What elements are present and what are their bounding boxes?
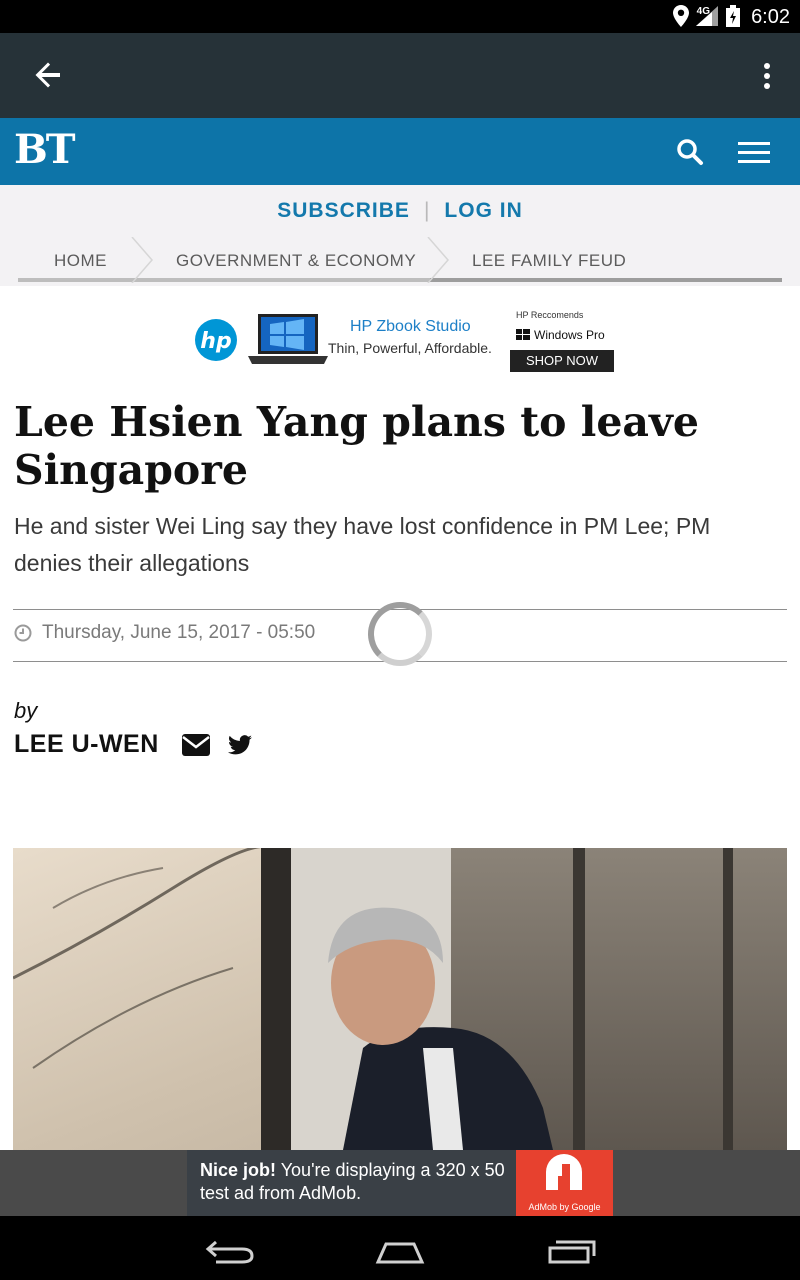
site-logo[interactable]: BT xyxy=(14,126,76,173)
ad-shop-now-button[interactable]: SHOP NOW xyxy=(510,350,614,372)
login-link[interactable]: LOG IN xyxy=(444,199,522,222)
breadcrumb-chevron-icon xyxy=(427,237,449,283)
author-name[interactable]: LEE U-WEN xyxy=(14,730,159,759)
status-icons: 4G xyxy=(672,5,740,27)
admob-logo-label: AdMob by Google xyxy=(528,1202,601,1212)
system-nav-bar xyxy=(0,1216,800,1280)
admob-test-ad[interactable]: Nice job! You're displaying a 320 x 50 t… xyxy=(187,1150,613,1216)
admob-bold-text: Nice job! xyxy=(200,1160,277,1180)
signal-icon xyxy=(696,6,718,26)
overflow-menu-icon[interactable] xyxy=(760,61,774,91)
ad-recommends: HP Reccomends xyxy=(516,310,584,320)
location-icon xyxy=(672,5,689,27)
ad-os: Windows Pro xyxy=(534,328,605,342)
admob-logo-icon xyxy=(546,1154,582,1190)
breadcrumb: HOME GOVERNMENT & ECONOMY LEE FAMILY FEU… xyxy=(0,237,800,286)
clock-icon xyxy=(14,624,32,642)
byline-label: by xyxy=(14,698,38,723)
loading-spinner-icon xyxy=(368,602,432,666)
article-photo-image xyxy=(13,848,787,1150)
battery-icon xyxy=(726,5,740,27)
email-icon[interactable] xyxy=(182,734,210,756)
article-headline: Lee Hsien Yang plans to leave Singapore xyxy=(14,398,699,494)
breadcrumb-government-economy[interactable]: GOVERNMENT & ECONOMY xyxy=(176,237,416,283)
breadcrumb-home[interactable]: HOME xyxy=(54,237,107,283)
back-arrow-icon[interactable] xyxy=(30,57,66,93)
status-time: 6:02 xyxy=(751,6,790,28)
account-bar: SUBSCRIBE | LOG IN xyxy=(0,185,800,237)
hp-logo-icon: hp xyxy=(195,319,237,361)
hp-logo-text: hp xyxy=(200,329,231,354)
author-contact-icons xyxy=(182,734,252,756)
twitter-icon[interactable] xyxy=(228,734,252,756)
subscribe-link[interactable]: SUBSCRIBE xyxy=(277,199,410,222)
breadcrumb-lee-family-feud[interactable]: LEE FAMILY FEUD xyxy=(472,237,626,283)
recents-nav-icon[interactable] xyxy=(544,1232,600,1266)
back-nav-icon[interactable] xyxy=(202,1232,258,1266)
admob-logo: AdMob by Google xyxy=(516,1150,613,1216)
windows-icon xyxy=(516,329,530,340)
hp-ad-banner[interactable]: hp HP Zbook Studio Thin, Powerful, Affor… xyxy=(190,306,620,376)
article-photo[interactable] xyxy=(13,848,787,1150)
home-nav-icon[interactable] xyxy=(372,1232,428,1266)
search-icon[interactable] xyxy=(676,138,704,166)
status-bar: 4G 6:02 xyxy=(0,0,800,33)
ad-tagline: Thin, Powerful, Affordable. xyxy=(328,340,492,356)
laptop-icon xyxy=(248,314,328,364)
app-bar xyxy=(0,33,800,118)
article-subhead: He and sister Wei Ling say they have los… xyxy=(14,513,711,576)
admob-banner: Nice job! You're displaying a 320 x 50 t… xyxy=(0,1150,800,1216)
ad-product: HP Zbook Studio xyxy=(350,318,471,335)
breadcrumb-chevron-icon xyxy=(131,237,153,283)
site-header: BT xyxy=(0,118,800,185)
admob-message: Nice job! You're displaying a 320 x 50 t… xyxy=(200,1159,520,1205)
article-date: Thursday, June 15, 2017 - 05:50 xyxy=(42,622,316,643)
account-separator: | xyxy=(423,199,431,222)
article-dateline: Thursday, June 15, 2017 - 05:50 xyxy=(14,622,315,644)
hamburger-menu-icon[interactable] xyxy=(738,140,770,164)
